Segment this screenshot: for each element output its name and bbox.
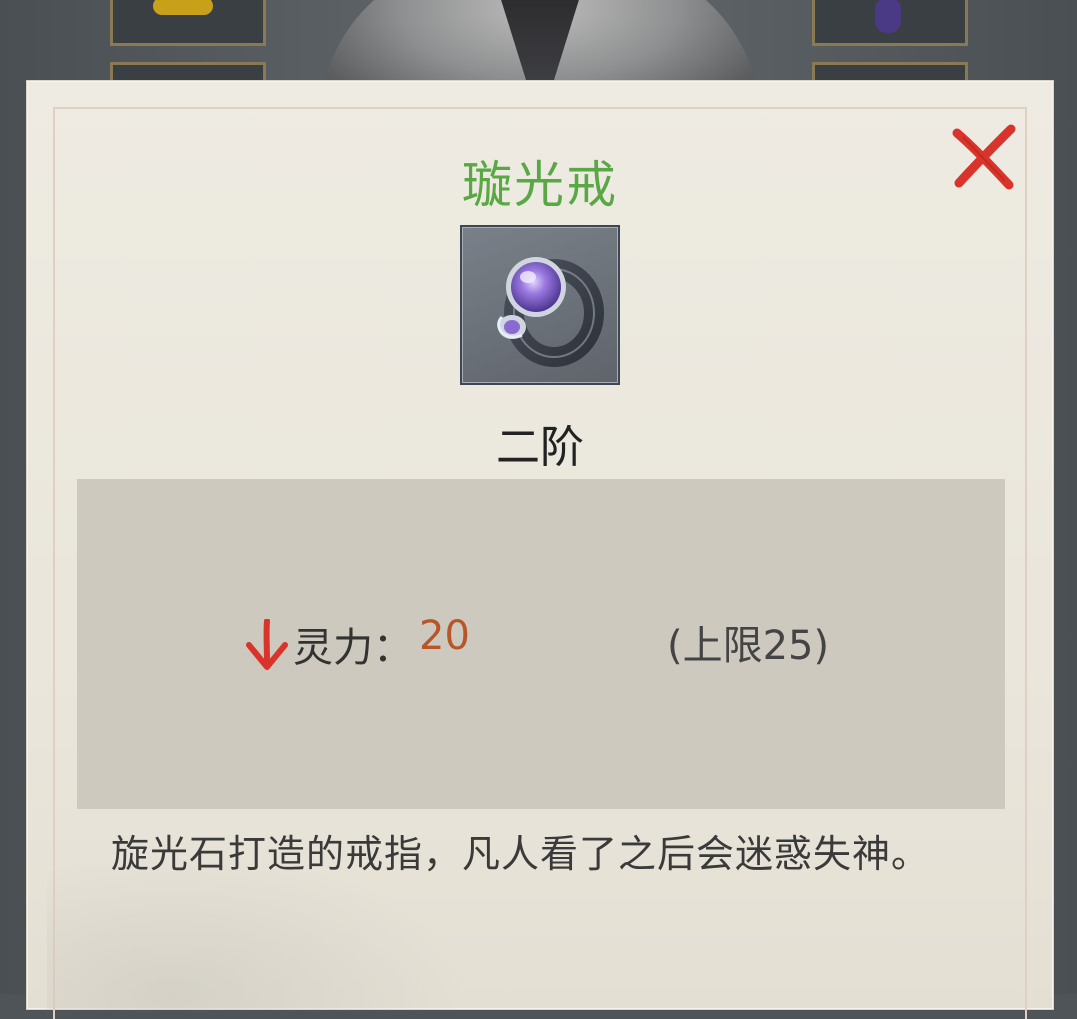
- item-description: 旋光石打造的戒指，凡人看了之后会迷惑失神。: [111, 832, 931, 876]
- stat-label: 灵力：: [293, 625, 413, 671]
- item-name: 璇光戒: [462, 156, 618, 214]
- item-grade: 二阶: [496, 422, 584, 473]
- close-button[interactable]: [949, 123, 1019, 193]
- stat-value: 20: [419, 613, 470, 659]
- down-arrow-icon: [246, 619, 288, 670]
- stat-row-spirit: 灵力： 20 (上限25): [77, 609, 1005, 673]
- stat-limit: (上限25): [667, 623, 830, 669]
- close-x-icon: [952, 124, 1016, 190]
- equipment-slot-top-right[interactable]: [812, 0, 968, 46]
- stat-box: 灵力： 20 (上限25): [77, 479, 1005, 809]
- item-icon-frame[interactable]: [460, 225, 620, 385]
- ring-icon: [497, 257, 604, 367]
- equipped-item-icon: [153, 0, 213, 15]
- item-detail-popup: 璇光戒 二阶 灵力： 20 (上限25) 旋光石打造的戒指，凡人看了之后会迷惑失…: [26, 80, 1054, 1019]
- equipped-item-icon: [875, 0, 901, 33]
- equipment-slot-top-left[interactable]: [110, 0, 266, 46]
